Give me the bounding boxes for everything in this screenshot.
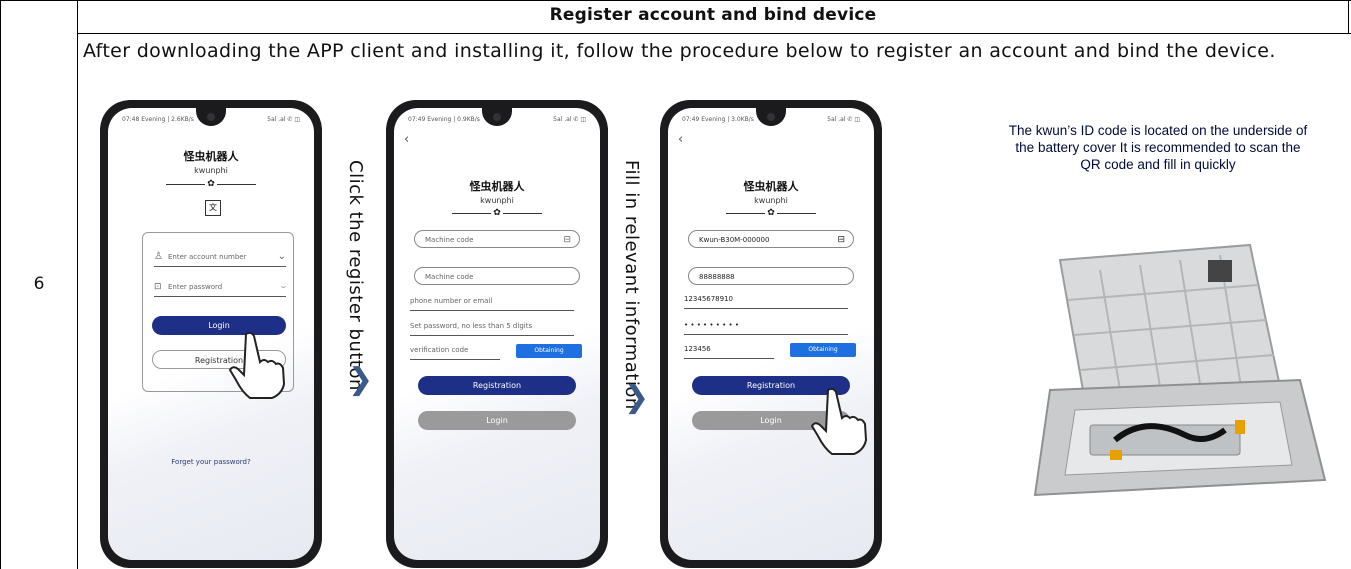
fan-icon: ✿ (765, 207, 777, 219)
set-password-field[interactable]: Set password, no less than 5 digits (410, 317, 574, 336)
status-time: 07:48 Evening | 2.6KB/s (122, 116, 194, 123)
machine-code-input[interactable]: Kwun-B30M-000000 ⊟ (688, 230, 854, 248)
phone-field[interactable]: 12345678910 (684, 290, 848, 309)
app-subtitle: kwunphi (194, 166, 228, 175)
phone-email-placeholder: phone number or email (410, 297, 493, 305)
section-title: Register account and bind device (549, 5, 877, 25)
battery-cover-note: The kwun’s ID code is located on the und… (1008, 123, 1308, 172)
phone-register-screen: 07:49 Evening | 0.9KB/s 5al .al ✆ ◫ ‹ 怪虫… (386, 100, 608, 568)
forgot-password-link[interactable]: Forget your password? (108, 458, 314, 466)
machine-code-placeholder: Machine code (425, 236, 474, 244)
phone-screen: 07:48 Evening | 2.6KB/s 5al .al ✆ ◫ 怪虫机器… (108, 108, 314, 560)
password-value: • • • • • • • • • (684, 321, 739, 329)
scan-icon[interactable]: ⊟ (837, 231, 845, 249)
fan-icon: ✿ (491, 207, 503, 219)
login-button[interactable]: Login (418, 411, 576, 430)
password-placeholder: Enter password (168, 283, 223, 291)
logo-divider: ✿ (166, 178, 256, 190)
code-value: 88888888 (699, 273, 735, 281)
status-time: 07:49 Evening | 3.0KB/s (682, 116, 754, 123)
phone-screen: 07:49 Evening | 0.9KB/s 5al .al ✆ ◫ ‹ 怪虫… (394, 108, 600, 560)
phone-value: 12345678910 (684, 295, 733, 303)
machine-code-placeholder-2: Machine code (425, 273, 474, 281)
phone-screen: 07:49 Evening | 3.0KB/s 5al .al ✆ ◫ ‹ 怪虫… (668, 108, 874, 560)
logo-divider: ✿ (726, 207, 816, 219)
password-field[interactable]: ⊡ Enter password ⌣ (154, 278, 286, 297)
machine-code-value: Kwun-B30M-000000 (699, 236, 770, 244)
app-name: 怪虫机器人 (743, 180, 799, 193)
code-input[interactable]: 88888888 (688, 267, 854, 285)
status-time: 07:49 Evening | 0.9KB/s (408, 116, 480, 123)
battery-cover-photo (1033, 243, 1327, 497)
camera-notch (482, 108, 512, 126)
row-number: 6 (33, 274, 45, 294)
back-icon[interactable]: ‹ (678, 132, 683, 147)
set-password-placeholder: Set password, no less than 5 digits (410, 322, 533, 330)
user-icon: ♙ (154, 251, 163, 262)
verification-placeholder: verification code (410, 346, 469, 354)
machine-code-input[interactable]: Machine code ⊟ (414, 230, 580, 248)
chevron-down-icon[interactable]: ⌄ (278, 248, 286, 266)
machine-code-input-2[interactable]: Machine code (414, 267, 580, 285)
language-icon[interactable]: 文 (205, 200, 221, 216)
phone-filled-screen: 07:49 Evening | 3.0KB/s 5al .al ✆ ◫ ‹ 怪虫… (660, 100, 882, 568)
status-icons: 5al .al ✆ ◫ (267, 116, 300, 123)
pointing-hand-icon (228, 331, 286, 399)
status-icons: 5al .al ✆ ◫ (827, 116, 860, 123)
phone-email-field[interactable]: phone number or email (410, 292, 574, 311)
account-placeholder: Enter account number (168, 253, 247, 261)
verification-field[interactable]: verification code (410, 341, 500, 360)
registration-button[interactable]: Registration (418, 376, 576, 395)
scan-icon[interactable]: ⊟ (563, 231, 571, 249)
phone-login-screen: 07:48 Evening | 2.6KB/s 5al .al ✆ ◫ 怪虫机器… (100, 100, 322, 568)
table-top-border (0, 0, 1351, 1)
obtaining-button[interactable]: Obtaining (790, 343, 856, 357)
account-field[interactable]: ♙ Enter account number ⌄ (154, 248, 286, 267)
logo-divider: ✿ (452, 207, 542, 219)
app-subtitle: kwunphi (754, 196, 788, 205)
step1-label: Click the register button (345, 160, 366, 391)
app-name: 怪虫机器人 (183, 150, 239, 163)
table-header-divider (77, 33, 1351, 34)
chevron-right-icon: ❯ (624, 380, 650, 415)
camera-notch (756, 108, 786, 126)
table-right-border (1348, 0, 1349, 34)
camera-notch (196, 108, 226, 126)
step2-label: Fill in relevant information (621, 160, 642, 410)
verification-value: 123456 (684, 345, 711, 353)
verification-field[interactable]: 123456 (684, 340, 774, 359)
app-name: 怪虫机器人 (469, 180, 525, 193)
chevron-right-icon: ❯ (348, 362, 374, 397)
obtaining-button[interactable]: Obtaining (516, 344, 582, 358)
pointing-hand-icon (810, 387, 868, 455)
fan-icon: ✿ (205, 178, 217, 190)
status-icons: 5al .al ✆ ◫ (553, 116, 586, 123)
eye-closed-icon[interactable]: ⌣ (281, 278, 286, 296)
intro-text: After downloading the APP client and ins… (83, 40, 1276, 62)
password-field[interactable]: • • • • • • • • • (684, 316, 848, 335)
app-subtitle: kwunphi (480, 196, 514, 205)
back-icon[interactable]: ‹ (404, 132, 409, 147)
lock-icon: ⊡ (154, 282, 162, 292)
